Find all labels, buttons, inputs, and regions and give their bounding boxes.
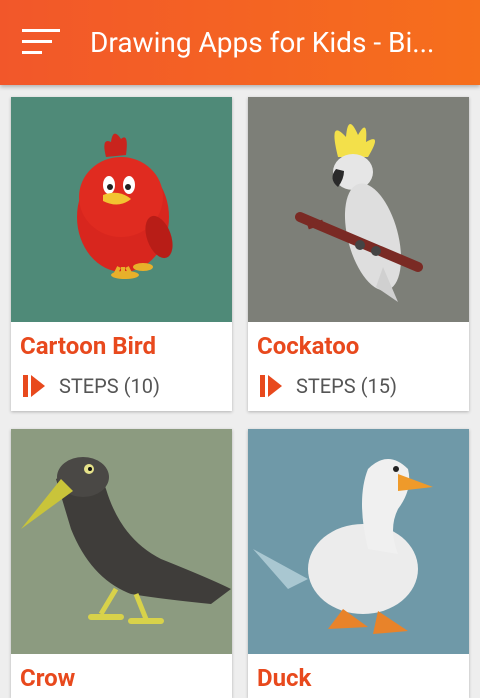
steps-label: STEPS (15)	[296, 374, 397, 398]
card-crow[interactable]: Crow	[11, 429, 232, 698]
app-bar: Drawing Apps for Kids - Bi...	[0, 0, 480, 85]
steps-info: STEPS (15)	[258, 373, 397, 399]
crow-image	[11, 429, 232, 654]
card-duck[interactable]: Duck	[248, 429, 469, 698]
card-title: Cartoon Bird	[20, 332, 156, 360]
menu-button[interactable]	[22, 27, 62, 57]
card-title: Cockatoo	[257, 332, 360, 360]
card-cartoon-bird[interactable]: Cartoon Bird STEPS (10)	[11, 97, 232, 411]
hamburger-menu-icon	[22, 29, 60, 54]
duck-image	[248, 429, 469, 654]
page-title: Drawing Apps for Kids - Bi...	[90, 26, 435, 59]
play-steps-icon	[260, 375, 282, 397]
cartoon-bird-image	[11, 97, 232, 322]
card-cockatoo[interactable]: Cockatoo STEPS (15)	[248, 97, 469, 411]
steps-info: STEPS (10)	[21, 373, 160, 399]
card-title: Duck	[257, 664, 312, 692]
cockatoo-image	[248, 97, 469, 322]
steps-label: STEPS (10)	[59, 374, 160, 398]
play-steps-icon	[23, 375, 45, 397]
card-title: Crow	[20, 664, 76, 692]
